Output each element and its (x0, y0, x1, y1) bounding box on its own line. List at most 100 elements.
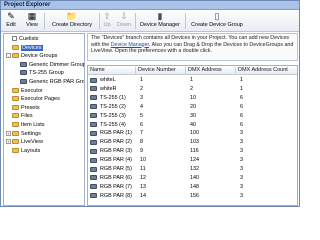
up-button[interactable]: ⇧ Up (101, 11, 113, 31)
table-cell: 3 (240, 166, 243, 172)
table-cell: 140 (190, 174, 199, 181)
view-label: View (26, 22, 38, 28)
tree-item-label: Cuelists (19, 36, 39, 42)
column-divider[interactable] (135, 67, 136, 74)
tree-expander-icon[interactable]: - (6, 53, 11, 59)
table-row[interactable]: RGB PAR (2) 8 103 3 (88, 138, 297, 147)
table-cell: 2 (140, 85, 143, 92)
table-cell: RGB PAR (7) (100, 183, 132, 190)
arrow-up-icon: ⇧ (103, 11, 111, 21)
tree-item[interactable]: Presets (6, 104, 40, 112)
table-row[interactable]: whiteR 2 2 1 (88, 85, 297, 94)
edit-button[interactable]: ✎ Edit (3, 11, 19, 31)
toolbar-separator (44, 13, 45, 29)
table-cell: RGB PAR (4) (100, 157, 132, 164)
table-row[interactable]: RGB PAR (7) 13 148 3 (88, 183, 297, 192)
table-row[interactable]: RGB PAR (6) 12 140 3 (88, 174, 297, 183)
table-cell: 10 (190, 94, 196, 101)
table-cell: RGB PAR (8) (100, 192, 132, 199)
tree-item[interactable]: Files (6, 112, 33, 120)
tree-item[interactable]: Executor Pages (6, 95, 60, 103)
table-cell: 10 (140, 157, 146, 164)
tree-item[interactable]: TS-255 Group (14, 69, 64, 77)
view-button[interactable]: ▦ View (22, 11, 42, 31)
device-manager-button[interactable]: ▮ Device Manager (137, 11, 183, 31)
table-cell: 20 (190, 103, 196, 110)
fixture-icon (90, 130, 97, 136)
table-row[interactable]: TS-255 (3) 5 30 6 (88, 112, 297, 121)
table-cell: 3 (240, 192, 243, 199)
tree-item[interactable]: Generic Dimmer Group (14, 61, 85, 69)
table-cell: 6 (140, 121, 143, 128)
tree-expander-icon[interactable]: + (6, 139, 11, 145)
table-cell: RGB PAR (3) (100, 148, 132, 155)
fixture-icon (90, 193, 97, 199)
up-label: Up (103, 22, 111, 28)
column-header[interactable]: DMX Address (188, 67, 222, 74)
table-cell: 103 (190, 139, 199, 146)
device-manager-icon: ▮ (157, 11, 163, 21)
table-cell: RGB PAR (5) (100, 166, 132, 172)
table-cell: 148 (190, 183, 199, 190)
device-manager-link[interactable]: Device Manager (111, 42, 149, 48)
folder-icon (12, 104, 19, 110)
table-cell: 40 (190, 121, 196, 128)
tree-item-label: Item Lists (21, 122, 45, 128)
table-cell: 6 (240, 94, 243, 101)
table-cell: 12 (140, 174, 146, 181)
tree-item[interactable]: Layouts (6, 147, 40, 155)
tree-item[interactable]: - Device Groups (6, 52, 57, 60)
down-button[interactable]: ⇩ Down (115, 11, 133, 31)
create-device-group-button[interactable]: ▯ Create Device Group (187, 11, 247, 31)
tree-item-label: TS-255 Group (29, 70, 64, 77)
table-cell: whiteL (100, 77, 116, 83)
fixture-icon (90, 139, 97, 145)
tree-item[interactable]: Devices (6, 44, 43, 52)
table-row[interactable]: RGB PAR (1) 7 100 3 (88, 129, 297, 138)
table-cell: 13 (140, 183, 146, 190)
table-row[interactable]: TS-255 (2) 4 20 6 (88, 103, 297, 112)
table-cell: 1 (190, 77, 193, 83)
device-group-icon: ▯ (214, 11, 220, 21)
table-cell: 132 (190, 166, 199, 172)
tree-item[interactable]: + Settings (6, 130, 41, 138)
tree-item[interactable]: Cuelists (6, 35, 39, 43)
column-header[interactable]: Device Number (138, 67, 176, 74)
table-cell: 3 (240, 157, 243, 164)
tree-item-label: Layouts (21, 147, 41, 154)
column-header[interactable]: Name (90, 67, 105, 74)
table-row[interactable]: RGB PAR (5) 11 132 3 (88, 165, 297, 174)
toolbar: ✎ Edit ▦ View 📁 Create Directory ⇧ Up ⇩ … (1, 10, 299, 32)
table-cell: whiteR (100, 85, 117, 92)
table-cell: 100 (190, 130, 199, 137)
table-cell: 4 (140, 103, 143, 110)
tree-item[interactable]: Executor (6, 87, 43, 95)
table-row[interactable]: RGB PAR (4) 10 124 3 (88, 156, 297, 165)
tree-item-label: Generic Dimmer Group (29, 61, 85, 68)
folder-icon (12, 53, 19, 59)
table-cell: 6 (240, 121, 243, 128)
create-directory-button[interactable]: 📁 Create Directory (47, 11, 97, 31)
tree-item-label: Files (21, 113, 33, 120)
tree-item[interactable]: + LiveView (6, 138, 43, 146)
column-header[interactable]: DMX Address Count (238, 67, 288, 74)
table-cell: RGB PAR (1) (100, 130, 132, 137)
column-divider[interactable] (235, 67, 236, 74)
tree-item[interactable]: Item Lists (6, 121, 45, 129)
column-divider[interactable] (185, 67, 186, 74)
devices-table[interactable]: Name Device Number DMX Address DMX Address … (87, 65, 298, 206)
table-cell: 7 (140, 130, 143, 137)
fixture-icon (90, 148, 97, 154)
folder-add-icon: 📁 (66, 11, 78, 21)
project-tree[interactable]: Cuelists Devices - Device Groups Generic Dim… (3, 33, 85, 206)
table-row[interactable]: RGB PAR (3) 9 116 3 (88, 147, 297, 156)
table-row[interactable]: whiteL 1 1 1 (88, 76, 297, 85)
table-row[interactable]: TS-255 (4) 6 40 6 (88, 121, 297, 130)
tree-expander-icon[interactable]: + (6, 130, 11, 136)
table-row[interactable]: TS-255 (1) 3 10 6 (88, 94, 297, 103)
table-cell: 3 (240, 130, 243, 137)
device-manager-label: Device Manager (139, 22, 181, 28)
tree-item[interactable]: Generic RGB PAR Group (14, 78, 84, 86)
down-label: Down (116, 22, 132, 28)
table-row[interactable]: RGB PAR (8) 14 156 3 (88, 192, 297, 201)
